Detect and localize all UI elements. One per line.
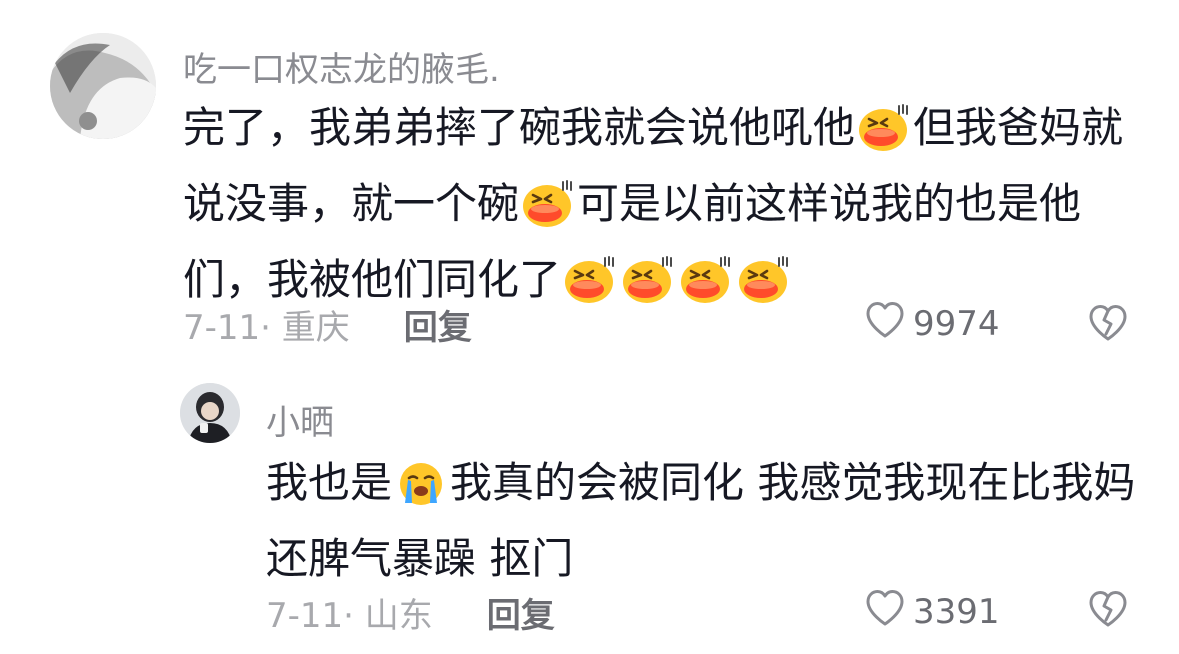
dislike-button[interactable] [1088,590,1128,632]
like-count: 3391 [913,592,1000,632]
laughing-face-icon [621,256,675,323]
heart-outline-icon [865,301,905,348]
comment-text-segment: 完了，我弟弟摔了碗我就会说他吼他 [183,103,856,152]
broken-heart-icon [1088,591,1128,632]
dislike-button[interactable] [1088,304,1128,346]
heart-outline-icon [865,589,905,636]
comment-text-segment: 我也是 [266,458,393,507]
avatar[interactable] [50,33,156,139]
laughing-face-icon [737,256,791,323]
reply-button[interactable]: 回复 [404,300,472,349]
date-location: 7-11· 重庆 [183,307,350,348]
like-button[interactable]: 9974 [865,301,1000,348]
username[interactable]: 吃一口权志龙的腋毛. [183,42,500,91]
like-count: 9974 [913,304,1000,344]
crying-face-icon [394,459,448,526]
laughing-face-icon [857,104,911,171]
laughing-face-icon [521,180,575,247]
comment-text: 我也是 我真的会被同化 我感觉我现在比我妈还脾气暴躁 抠门 [266,450,1146,592]
comment-meta: 7-11· 重庆 回复 [183,300,472,349]
avatar[interactable] [180,383,240,443]
username[interactable]: 小晒 [266,395,334,444]
profile-photo-avatar [180,383,240,443]
date-location: 7-11· 山东 [266,595,433,636]
profile-photo-avatar [50,33,156,139]
laughing-face-icon [563,256,617,323]
reply-button[interactable]: 回复 [487,588,555,637]
comment-text: 完了，我弟弟摔了碗我就会说他吼他 但我爸妈就说没事，就一个碗 可是以前这样说我的也是… [183,95,1143,323]
like-button[interactable]: 3391 [865,589,1000,636]
comment-meta: 7-11· 山东 回复 [266,588,555,637]
broken-heart-icon [1088,305,1128,346]
laughing-face-icon [679,256,733,323]
